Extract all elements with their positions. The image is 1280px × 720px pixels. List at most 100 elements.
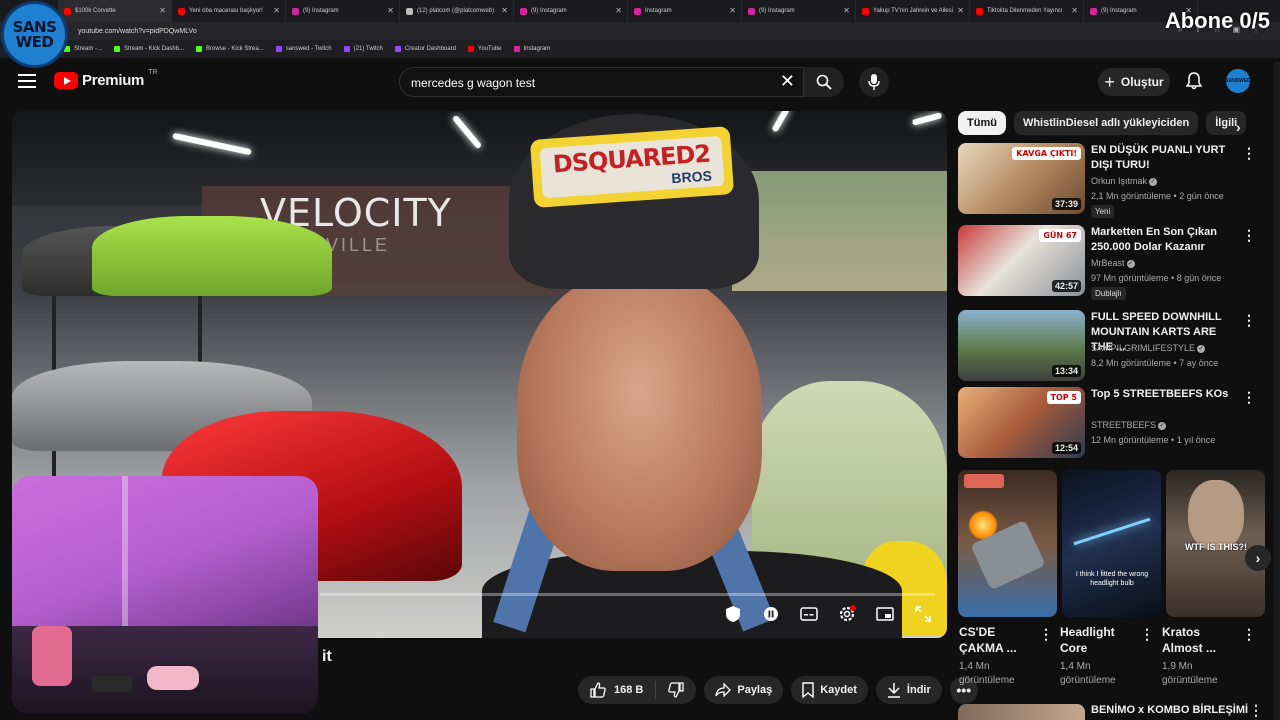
scene-person-face bbox=[517, 271, 762, 571]
meta-separator: • bbox=[1168, 273, 1177, 283]
recommendation-thumbnail[interactable]: 13:34 bbox=[958, 310, 1085, 381]
more-vertical-icon[interactable]: ⋮ bbox=[1242, 312, 1256, 329]
like-count: 168 B bbox=[614, 684, 644, 696]
close-tab-icon[interactable]: ✕ bbox=[615, 6, 622, 15]
search-query[interactable]: mercedes g wagon test bbox=[411, 76, 535, 90]
more-vertical-icon[interactable]: ⋮ bbox=[1242, 227, 1256, 244]
microphone-icon bbox=[868, 74, 880, 90]
recommendation-thumbnail[interactable]: TOP 5 12:54 bbox=[958, 387, 1085, 458]
more-vertical-icon[interactable]: ⋮ bbox=[1242, 145, 1256, 162]
autoplay-shield-button[interactable] bbox=[722, 603, 744, 625]
short-thumbnail[interactable]: I think I fitted the wrong headlight bul… bbox=[1062, 470, 1161, 617]
close-tab-icon[interactable]: ✕ bbox=[729, 6, 736, 15]
next-recommendation-thumbnail[interactable] bbox=[958, 704, 1085, 720]
short-title[interactable]: CS'DE ÇAKMA ... bbox=[959, 624, 1039, 656]
bookmark-item[interactable]: Browse - Kick Strea... bbox=[196, 46, 264, 52]
search-input[interactable]: mercedes g wagon test ✕ bbox=[399, 67, 804, 97]
browser-tab[interactable]: Yeni oba macerası başlıyor! ✕ bbox=[172, 0, 286, 22]
recommendation-title[interactable]: Top 5 STREETBEEFS KOs bbox=[1091, 387, 1241, 402]
chevron-right-icon[interactable]: › bbox=[1236, 119, 1241, 135]
create-button[interactable]: + Oluştur bbox=[1098, 68, 1170, 96]
subtitles-button[interactable] bbox=[798, 603, 820, 625]
close-tab-icon[interactable]: ✕ bbox=[159, 6, 166, 15]
more-vertical-icon[interactable]: ⋮ bbox=[1039, 626, 1053, 643]
view-count: 2,1 Mn görüntüleme bbox=[1091, 191, 1172, 201]
youtube-header: Premium TR mercedes g wagon test ✕ + Olu… bbox=[0, 58, 1280, 106]
close-tab-icon[interactable]: ✕ bbox=[501, 6, 508, 15]
next-recommendation-title[interactable]: BENİMO x KOMBO BİRLEŞİMİ bbox=[1091, 704, 1248, 716]
short-title[interactable]: Headlight Core bbox=[1060, 624, 1140, 656]
tab-label: Tiktokta Dilenmeden Yayıncı bbox=[987, 8, 1063, 14]
short-thumb-headlight-beam bbox=[1073, 517, 1151, 546]
bookmark-item[interactable]: Stream -... bbox=[64, 46, 102, 52]
browser-tab[interactable]: Tiktokta Dilenmeden Yayıncı ✕ bbox=[970, 0, 1084, 22]
tab-favicon-icon bbox=[634, 7, 641, 15]
close-tab-icon[interactable]: ✕ bbox=[957, 6, 964, 15]
shorts-next-button[interactable]: › bbox=[1245, 545, 1271, 571]
download-button[interactable]: İndir bbox=[875, 676, 942, 704]
tab-favicon-icon bbox=[406, 7, 413, 15]
overlay-logo-line2: WED bbox=[15, 32, 54, 51]
video-progress-bar[interactable] bbox=[320, 593, 935, 596]
recommendation-thumbnail[interactable]: KAVGA ÇIKTI! 37:39 bbox=[958, 143, 1085, 214]
like-button[interactable]: 168 B bbox=[578, 681, 657, 699]
close-tab-icon[interactable]: ✕ bbox=[273, 6, 280, 15]
notifications-button[interactable] bbox=[1185, 72, 1203, 95]
browser-tab[interactable]: (9) Instagram ✕ bbox=[286, 0, 400, 22]
bookmark-item[interactable]: YouTube bbox=[467, 46, 502, 52]
more-vertical-icon[interactable]: ⋮ bbox=[1140, 626, 1154, 643]
short-thumbnail[interactable]: WTF IS THIS?! bbox=[1166, 470, 1265, 617]
more-vertical-icon[interactable]: ⋮ bbox=[1242, 389, 1256, 406]
url-text[interactable]: youtube.com/watch?v=pidPDQwMLVo bbox=[78, 28, 197, 35]
short-thumbnail[interactable] bbox=[958, 470, 1057, 617]
tab-label: Yeni oba macerası başlıyor! bbox=[189, 8, 263, 14]
browser-tab[interactable]: Instagram ✕ bbox=[628, 0, 742, 22]
close-tab-icon[interactable]: ✕ bbox=[843, 6, 850, 15]
recommendation-channel[interactable]: SAMPILGRIMLIFESTYLE ✓ bbox=[1091, 343, 1206, 353]
filter-chip[interactable]: WhistlinDiesel adlı yükleyiciden bbox=[1013, 111, 1199, 135]
settings-button[interactable] bbox=[836, 603, 858, 625]
close-tab-icon[interactable]: ✕ bbox=[1071, 6, 1078, 15]
share-button[interactable]: Paylaş bbox=[704, 676, 784, 704]
account-avatar[interactable]: SANS WED bbox=[1225, 69, 1251, 93]
close-tab-icon[interactable]: ✕ bbox=[387, 6, 394, 15]
browser-tab[interactable]: $100k Corvette ✕ bbox=[58, 0, 172, 22]
short-title[interactable]: Kratos Almost ... bbox=[1162, 624, 1242, 656]
recommendation-title[interactable]: Marketten En Son Çıkan 250.000 Dolar Kaz… bbox=[1091, 225, 1241, 255]
address-bar[interactable]: youtube.com/watch?v=pidPDQwMLVo ⌕ ⇪ ☆ ▣ … bbox=[0, 22, 1280, 40]
bookmark-item[interactable]: sanswed - Twitch bbox=[275, 46, 332, 52]
browser-tab[interactable]: Yakup TV'nin Jahrein ve Ailesi ✕ bbox=[856, 0, 970, 22]
more-vertical-icon[interactable]: ⋮ bbox=[1242, 626, 1256, 643]
recommendation-channel[interactable]: STREETBEEFS ✓ bbox=[1091, 420, 1167, 430]
browser-tab[interactable]: (12) platcom (@platcomweb) ✕ bbox=[400, 0, 514, 22]
recommendation-thumbnail[interactable]: GÜN 67 42:57 bbox=[958, 225, 1085, 296]
recommendation-channel[interactable]: MrBeast ✓ bbox=[1091, 258, 1135, 268]
pause-button[interactable] bbox=[760, 603, 782, 625]
bookmark-item[interactable]: (21) Twitch bbox=[343, 46, 383, 52]
voice-search-button[interactable] bbox=[859, 67, 889, 97]
search-button[interactable] bbox=[804, 67, 844, 97]
save-button[interactable]: Kaydet bbox=[791, 676, 868, 704]
hamburger-menu-icon[interactable] bbox=[18, 74, 36, 88]
browser-tab[interactable]: (9) Instagram ✕ bbox=[742, 0, 856, 22]
clear-search-icon[interactable]: ✕ bbox=[780, 71, 795, 92]
filter-chip[interactable]: Tümü bbox=[958, 111, 1006, 135]
youtube-premium-logo[interactable]: Premium TR bbox=[54, 69, 157, 89]
fullscreen-button[interactable] bbox=[912, 603, 934, 625]
recommendation-card[interactable]: 13:34 FULL SPEED DOWNHILL MOUNTAIN KARTS … bbox=[958, 310, 1268, 382]
bookmark-item[interactable]: Stream - Kick Dashb... bbox=[114, 46, 184, 52]
bookmark-item[interactable]: Creator Dashboard bbox=[394, 46, 456, 52]
bookmark-item[interactable]: Instagram bbox=[513, 46, 550, 52]
recommendation-card[interactable]: GÜN 67 42:57 Marketten En Son Çıkan 250.00… bbox=[958, 225, 1268, 300]
browser-tab[interactable]: (9) Instagram ✕ bbox=[514, 0, 628, 22]
more-vertical-icon[interactable]: ⋮ bbox=[1249, 702, 1263, 719]
recommendation-title[interactable]: EN DÜŞÜK PUANLI YURT DIŞI TURU! bbox=[1091, 143, 1241, 173]
recommendation-channel[interactable]: Orkun Işıtmak ✓ bbox=[1091, 176, 1158, 186]
youtube-play-logo-icon bbox=[54, 72, 78, 89]
recommendation-card[interactable]: KAVGA ÇIKTI! 37:39 EN DÜŞÜK PUANLI YURT DI… bbox=[958, 143, 1268, 218]
page-scrollbar[interactable] bbox=[1274, 62, 1280, 720]
miniplayer-button[interactable] bbox=[874, 603, 896, 625]
recommendation-card[interactable]: TOP 5 12:54 Top 5 STREETBEEFS KOs STREETBEE… bbox=[958, 387, 1268, 459]
dislike-button[interactable] bbox=[656, 682, 696, 698]
webcam-device bbox=[92, 676, 132, 692]
